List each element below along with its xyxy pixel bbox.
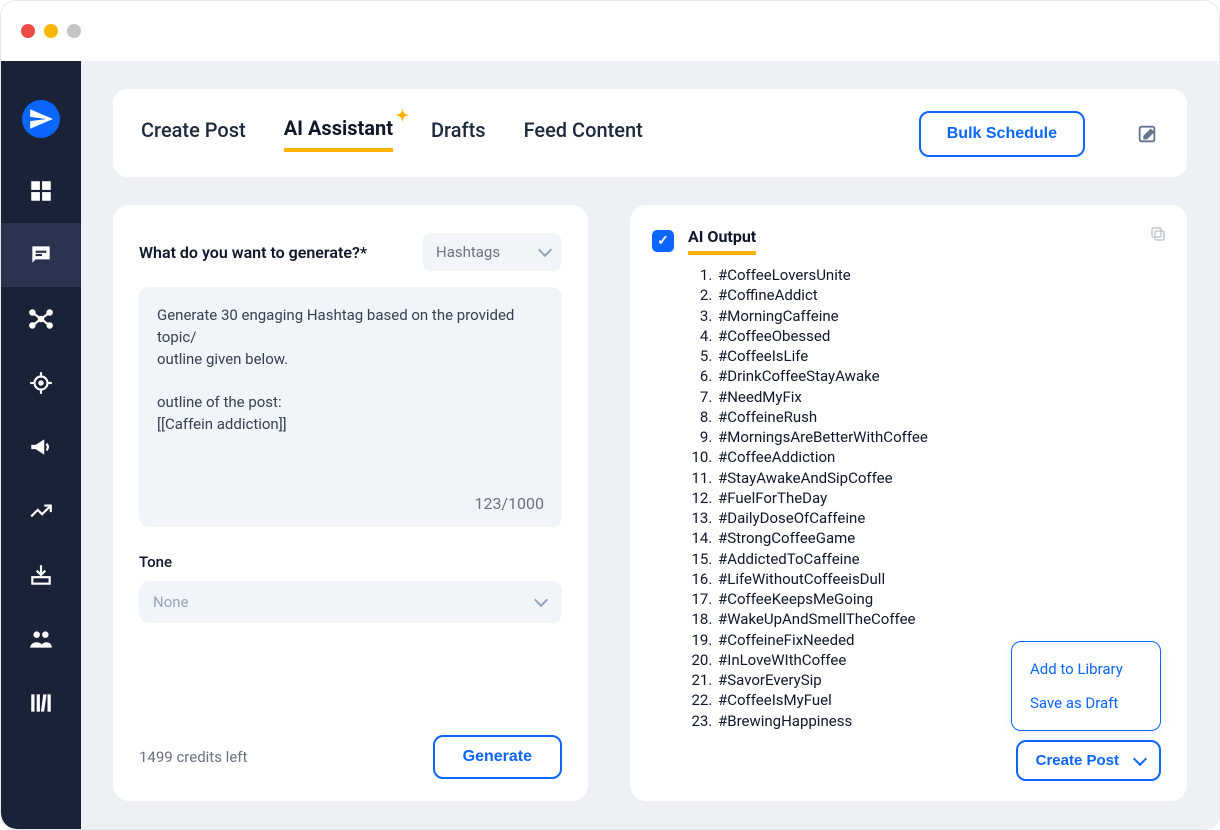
window-titlebar: [1, 1, 1219, 61]
tab-label: AI Assistant: [284, 116, 393, 140]
tone-select[interactable]: None: [139, 581, 562, 623]
app-frame: Create Post AI Assistant ✦ Drafts Feed C…: [0, 0, 1220, 830]
hashtag-item: #CoffeeObessed: [716, 326, 1161, 346]
download-icon: [28, 562, 54, 588]
prompt-textarea[interactable]: Generate 30 engaging Hashtag based on th…: [139, 287, 562, 527]
hashtag-item: #MorningCaffeine: [716, 306, 1161, 326]
hashtag-item: #DailyDoseOfCaffeine: [716, 508, 1161, 528]
generation-type-select[interactable]: Hashtags: [422, 233, 562, 271]
analytics-icon: [28, 498, 54, 524]
tab-drafts[interactable]: Drafts: [431, 118, 486, 150]
sidebar-item-analytics[interactable]: [1, 479, 81, 543]
tab-create-post[interactable]: Create Post: [141, 118, 246, 150]
generate-panel: What do you want to generate?* Hashtags …: [113, 205, 588, 801]
window-maximize-dot[interactable]: [67, 24, 81, 38]
hashtag-item: #DrinkCoffeeStayAwake: [716, 366, 1161, 386]
panels: What do you want to generate?* Hashtags …: [113, 205, 1187, 801]
tabs-card: Create Post AI Assistant ✦ Drafts Feed C…: [113, 89, 1187, 177]
output-title: AI Output: [688, 227, 756, 255]
hashtag-item: #StrongCoffeeGame: [716, 528, 1161, 548]
hashtag-item: #CoffeeIsLife: [716, 346, 1161, 366]
sidebar-item-target[interactable]: [1, 351, 81, 415]
bulk-schedule-button[interactable]: Bulk Schedule: [919, 111, 1085, 157]
sidebar: [1, 61, 81, 829]
credits-left: 1499 credits left: [139, 748, 247, 766]
output-panel: ✓ AI Output #CoffeeLoversUnite#CoffineAd…: [630, 205, 1187, 801]
question-label: What do you want to generate?*: [139, 243, 367, 262]
prompt-text: Generate 30 engaging Hashtag based on th…: [157, 305, 544, 436]
chat-icon: [28, 242, 54, 268]
tab-feed-content[interactable]: Feed Content: [524, 118, 643, 150]
hashtag-item: #FuelForTheDay: [716, 488, 1161, 508]
tone-label: Tone: [139, 553, 562, 571]
hashtag-item: #CoffeeLoversUnite: [716, 265, 1161, 285]
output-checkbox[interactable]: ✓: [652, 230, 674, 252]
grid-icon: [28, 178, 54, 204]
sidebar-item-inbox[interactable]: [1, 543, 81, 607]
target-icon: [28, 370, 54, 396]
menu-add-to-library[interactable]: Add to Library: [1012, 652, 1160, 686]
content-area: Create Post AI Assistant ✦ Drafts Feed C…: [81, 61, 1219, 829]
hashtag-item: #WakeUpAndSmellTheCoffee: [716, 609, 1161, 629]
hashtag-item: #StayAwakeAndSipCoffee: [716, 468, 1161, 488]
network-icon: [28, 306, 54, 332]
sidebar-item-posts[interactable]: [1, 223, 81, 287]
hashtag-item: #CoffineAddict: [716, 285, 1161, 305]
sidebar-item-dashboard[interactable]: [1, 159, 81, 223]
hashtag-item: #NeedMyFix: [716, 387, 1161, 407]
sidebar-item-library[interactable]: [1, 671, 81, 735]
compose-icon[interactable]: [1135, 122, 1159, 146]
hashtag-item: #CoffeeAddiction: [716, 447, 1161, 467]
hashtag-item: #CoffeineRush: [716, 407, 1161, 427]
brand-icon: [22, 100, 60, 138]
hashtag-item: #AddictedToCaffeine: [716, 549, 1161, 569]
sidebar-brand[interactable]: [1, 79, 81, 159]
library-icon: [28, 690, 54, 716]
create-post-menu: Add to Library Save as Draft: [1011, 641, 1161, 731]
hashtag-item: #LifeWithoutCoffeeisDull: [716, 569, 1161, 589]
sidebar-item-network[interactable]: [1, 287, 81, 351]
people-icon: [28, 626, 54, 652]
copy-icon[interactable]: [1149, 225, 1167, 247]
menu-save-as-draft[interactable]: Save as Draft: [1012, 686, 1160, 720]
main-row: Create Post AI Assistant ✦ Drafts Feed C…: [1, 61, 1219, 829]
hashtag-item: #MorningsAreBetterWithCoffee: [716, 427, 1161, 447]
create-post-button[interactable]: Create Post: [1016, 740, 1161, 781]
hashtag-item: #CoffeeKeepsMeGoing: [716, 589, 1161, 609]
tab-ai-assistant[interactable]: AI Assistant ✦: [284, 116, 393, 152]
sidebar-item-campaigns[interactable]: [1, 415, 81, 479]
generate-button[interactable]: Generate: [433, 735, 562, 779]
megaphone-icon: [28, 434, 54, 460]
char-count: 123/1000: [474, 492, 544, 515]
sparkle-icon: ✦: [396, 106, 409, 125]
window-minimize-dot[interactable]: [44, 24, 58, 38]
sidebar-item-team[interactable]: [1, 607, 81, 671]
window-close-dot[interactable]: [21, 24, 35, 38]
